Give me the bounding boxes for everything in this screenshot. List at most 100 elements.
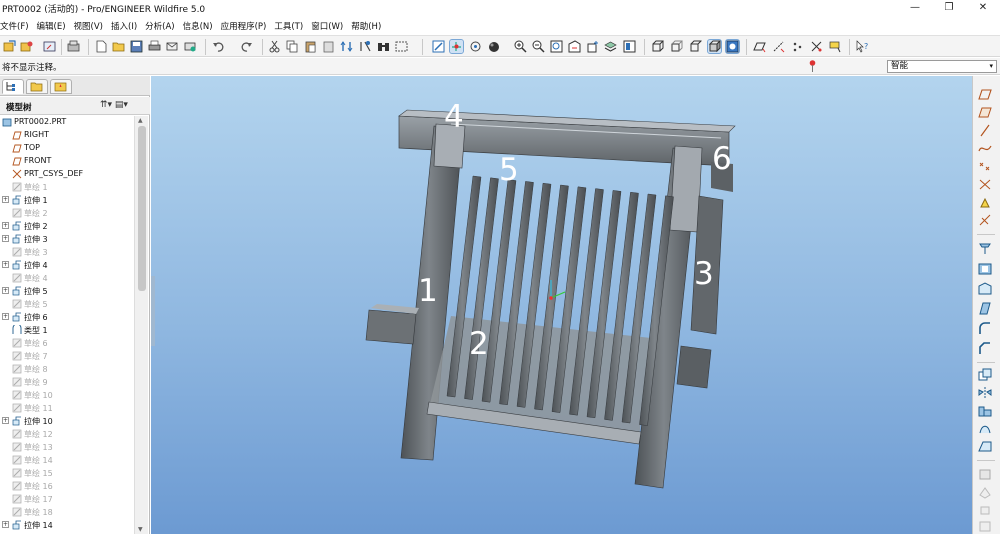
- zoom-out-icon[interactable]: [532, 40, 545, 53]
- tree-item[interactable]: 草绘 4: [0, 272, 134, 285]
- analysis-feature-icon[interactable]: [978, 196, 992, 209]
- tree-item[interactable]: + 拉伸 14: [0, 519, 134, 532]
- tree-item[interactable]: PRT0002.PRT: [0, 116, 134, 129]
- datum-curve-tool-icon[interactable]: [978, 142, 992, 155]
- tree-item[interactable]: 草绘 10: [0, 389, 134, 402]
- expand-icon[interactable]: +: [2, 313, 9, 320]
- tree-scrollbar-thumb[interactable]: [138, 126, 146, 291]
- tree-item[interactable]: FRONT: [0, 155, 134, 168]
- model-setup-icon[interactable]: [67, 40, 80, 53]
- orient-mode-icon[interactable]: [469, 40, 482, 53]
- csys-tool-icon[interactable]: [978, 178, 992, 191]
- tree-item[interactable]: 草绘 17: [0, 493, 134, 506]
- offset-tool-icon[interactable]: [978, 504, 992, 517]
- tree-item[interactable]: 草绘 7: [0, 350, 134, 363]
- find-icon[interactable]: [377, 40, 390, 53]
- save-icon[interactable]: [130, 40, 143, 53]
- selection-filter-dropdown[interactable]: 智能 ▾: [887, 60, 997, 73]
- regen-order-icon[interactable]: [340, 40, 353, 53]
- menu-info[interactable]: 信息(N): [183, 20, 213, 32]
- copy-icon[interactable]: [286, 40, 299, 53]
- tree-item[interactable]: + 拉伸 5: [0, 285, 134, 298]
- new-file-icon[interactable]: [95, 40, 108, 53]
- menu-window[interactable]: 窗口(W): [311, 20, 343, 32]
- expand-icon[interactable]: +: [2, 222, 9, 229]
- datum-axis-tool-icon[interactable]: [978, 124, 992, 137]
- round-tool-icon[interactable]: [978, 322, 992, 335]
- tree-item[interactable]: 草绘 1: [0, 181, 134, 194]
- tab-model-tree[interactable]: [2, 79, 24, 94]
- thicken-tool-icon[interactable]: [978, 468, 992, 481]
- email-link-icon[interactable]: [184, 40, 197, 53]
- tree-item[interactable]: 草绘 16: [0, 480, 134, 493]
- expand-icon[interactable]: +: [2, 261, 9, 268]
- menu-applications[interactable]: 应用程序(P): [221, 20, 267, 32]
- restore-button[interactable]: ❐: [932, 0, 966, 16]
- tree-item[interactable]: PRT_CSYS_DEF: [0, 168, 134, 181]
- tree-item[interactable]: 草绘 3: [0, 246, 134, 259]
- mirror-tool-icon[interactable]: [978, 386, 992, 399]
- intersect-tool-icon[interactable]: [978, 520, 992, 533]
- tree-item[interactable]: + 拉伸 4: [0, 259, 134, 272]
- context-help-icon[interactable]: ?: [856, 40, 869, 53]
- layers-icon[interactable]: [604, 40, 617, 53]
- paste-special-icon[interactable]: [322, 40, 335, 53]
- tree-item[interactable]: + 拉伸 1: [0, 194, 134, 207]
- wireframe-icon[interactable]: [651, 40, 664, 53]
- scroll-up-icon[interactable]: ▲: [138, 117, 143, 124]
- solidify-tool-icon[interactable]: [978, 486, 992, 499]
- csys-display-icon[interactable]: [810, 40, 823, 53]
- select-window-icon[interactable]: [43, 40, 56, 53]
- reorient-icon[interactable]: [568, 40, 581, 53]
- tree-item[interactable]: 草绘 15: [0, 467, 134, 480]
- expand-icon[interactable]: +: [2, 287, 9, 294]
- redo-icon[interactable]: [240, 40, 253, 53]
- tree-item[interactable]: 草绘 5: [0, 298, 134, 311]
- expand-icon[interactable]: +: [2, 235, 9, 242]
- tab-favorites[interactable]: [50, 79, 72, 94]
- tree-item[interactable]: 类型 1: [0, 324, 134, 337]
- sketch-datum-icon[interactable]: [978, 106, 992, 119]
- menu-help[interactable]: 帮助(H): [351, 20, 381, 32]
- saved-views-icon[interactable]: [586, 40, 599, 53]
- datum-axes-icon[interactable]: [772, 40, 785, 53]
- expand-icon[interactable]: +: [2, 196, 9, 203]
- menu-view[interactable]: 视图(V): [74, 20, 103, 32]
- open-file-icon[interactable]: [112, 40, 125, 53]
- undo-icon[interactable]: [212, 40, 225, 53]
- no-hidden-icon[interactable]: [689, 40, 702, 53]
- tree-item[interactable]: 草绘 13: [0, 441, 134, 454]
- menu-file[interactable]: 文件(F): [0, 20, 29, 32]
- tree-item[interactable]: 草绘 9: [0, 376, 134, 389]
- hidden-line-icon[interactable]: [670, 40, 683, 53]
- paste-icon[interactable]: [304, 40, 317, 53]
- model-3d-view[interactable]: [151, 76, 972, 534]
- expand-icon[interactable]: +: [2, 521, 9, 528]
- analysis-tool-icon[interactable]: [978, 214, 992, 227]
- tree-item[interactable]: 草绘 18: [0, 506, 134, 519]
- datum-planes-icon[interactable]: [753, 40, 766, 53]
- expand-icon[interactable]: +: [2, 417, 9, 424]
- tree-item[interactable]: TOP: [0, 142, 134, 155]
- datum-plane-tool-icon[interactable]: [978, 88, 992, 101]
- appearance-icon[interactable]: [488, 40, 501, 53]
- extend-tool-icon[interactable]: [978, 440, 992, 453]
- tree-item[interactable]: + 拉伸 10: [0, 415, 134, 428]
- chamfer-tool-icon[interactable]: [978, 342, 992, 355]
- tree-item[interactable]: RIGHT: [0, 129, 134, 142]
- scroll-down-icon[interactable]: ▼: [138, 526, 143, 533]
- repaint-icon[interactable]: [432, 40, 445, 53]
- tree-item[interactable]: 草绘 14: [0, 454, 134, 467]
- pin-icon[interactable]: [809, 60, 816, 72]
- tree-item[interactable]: + 拉伸 6: [0, 311, 134, 324]
- minimize-button[interactable]: —: [898, 0, 932, 16]
- select-box-icon[interactable]: [395, 40, 408, 53]
- tree-item[interactable]: 草绘 12: [0, 428, 134, 441]
- tree-item[interactable]: + 拉伸 3: [0, 233, 134, 246]
- tree-item[interactable]: 草绘 2: [0, 207, 134, 220]
- view-manager-icon[interactable]: [623, 40, 636, 53]
- menu-insert[interactable]: 插入(I): [111, 20, 137, 32]
- zoom-in-icon[interactable]: [514, 40, 527, 53]
- draft-tool-icon[interactable]: [978, 302, 992, 315]
- menu-edit[interactable]: 编辑(E): [37, 20, 66, 32]
